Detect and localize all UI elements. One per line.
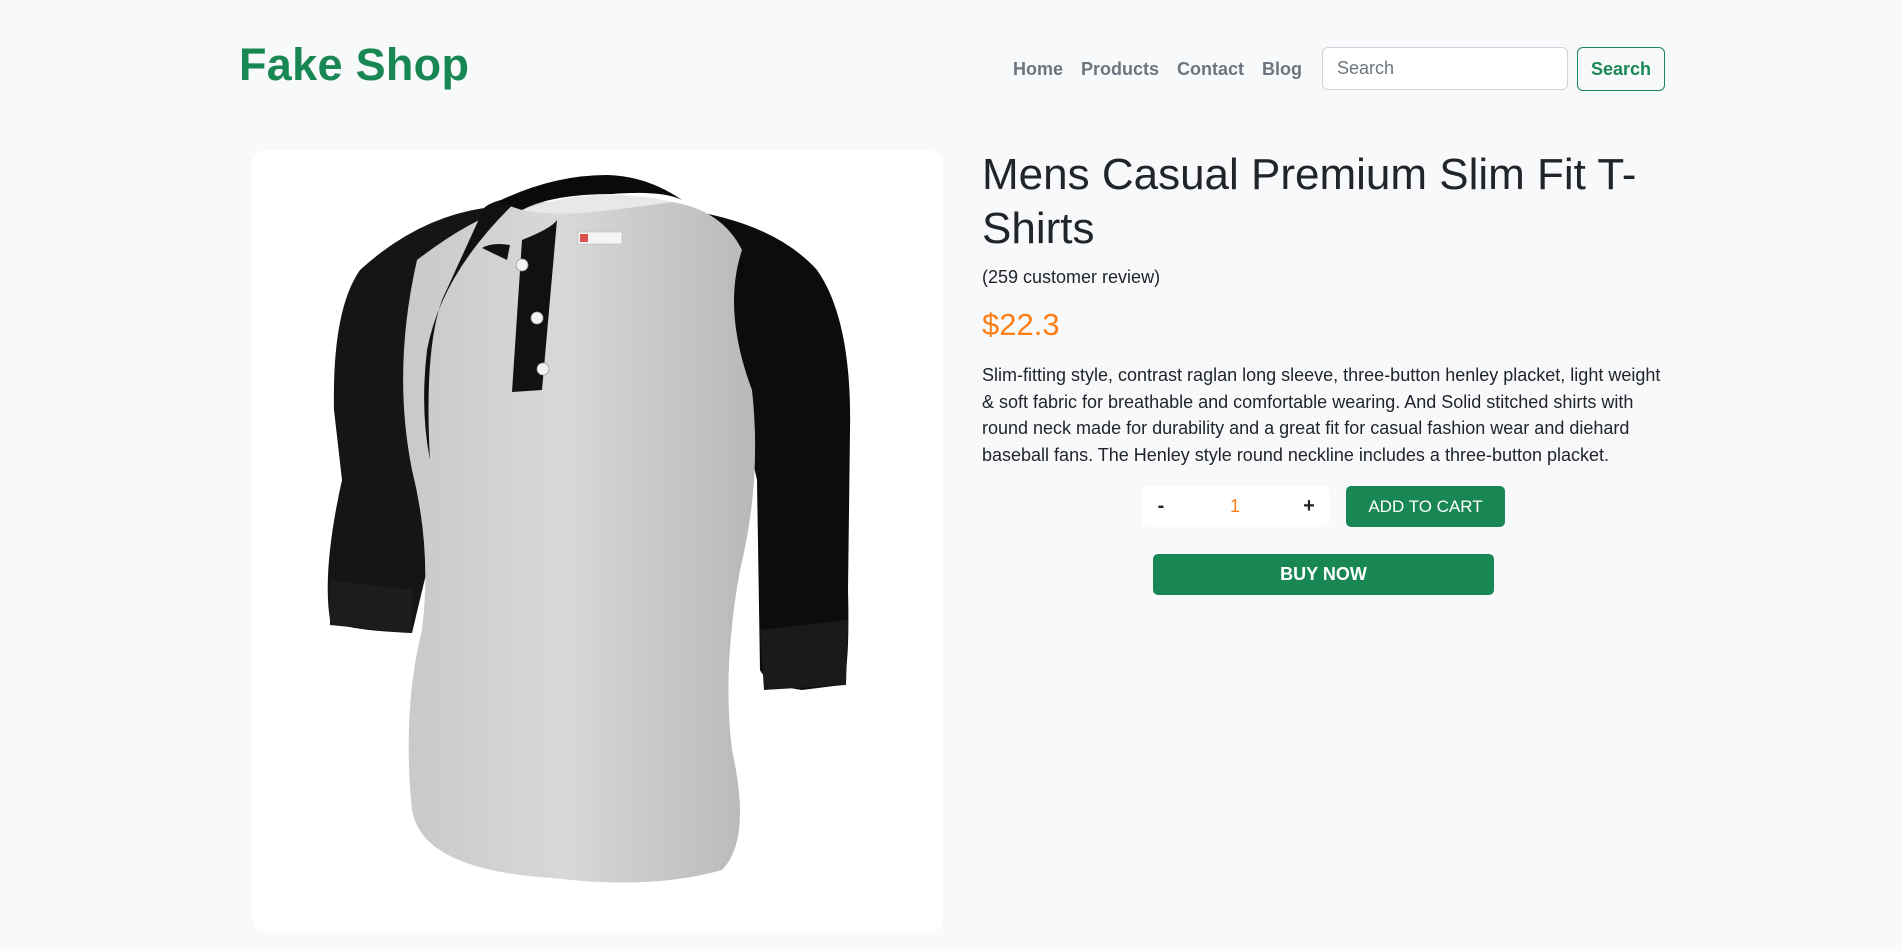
product-image (327, 175, 851, 883)
brand-logo[interactable]: Fake Shop (239, 39, 469, 91)
product-description: Slim-fitting style, contrast raglan long… (982, 365, 1661, 465)
product-image-card (252, 150, 943, 933)
quantity-decrease-button[interactable]: - (1144, 486, 1178, 527)
quantity-increase-button[interactable]: + (1292, 486, 1326, 527)
nav-link-contact[interactable]: Contact (1168, 58, 1253, 80)
review-count: (259 customer review) (982, 267, 1161, 287)
main-nav: Home Products Contact Blog (1004, 58, 1311, 80)
search-input[interactable] (1322, 47, 1568, 90)
site-header: Fake Shop Home Products Contact Blog Sea… (0, 0, 1901, 140)
nav-link-products[interactable]: Products (1072, 58, 1168, 80)
product-price: $22.3 (982, 307, 1060, 342)
quantity-value[interactable]: 1 (1182, 486, 1288, 527)
quantity-stepper: - 1 + (1142, 486, 1329, 527)
nav-link-home[interactable]: Home (1004, 58, 1072, 80)
add-to-cart-button[interactable]: ADD TO CART (1346, 486, 1505, 527)
nav-link-blog[interactable]: Blog (1253, 58, 1311, 80)
product-title: Mens Casual Premium Slim Fit T-Shirts (982, 150, 1637, 253)
buy-now-button[interactable]: BUY NOW (1153, 554, 1494, 595)
search-button[interactable]: Search (1577, 47, 1665, 91)
